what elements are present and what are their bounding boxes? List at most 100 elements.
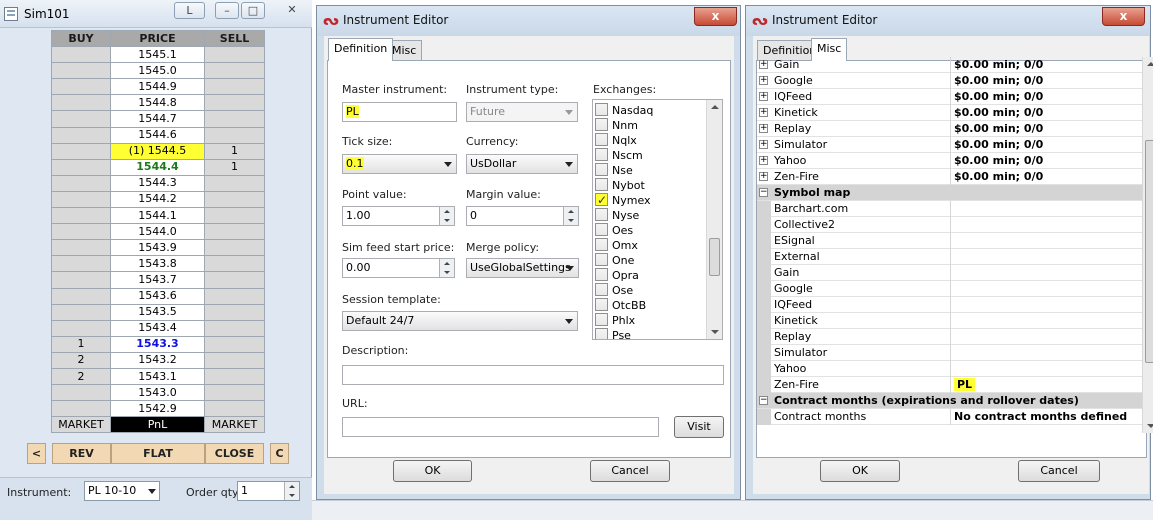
property-value[interactable] xyxy=(950,217,1142,233)
property-row[interactable]: + Simulator $0.00 min; 0/0 xyxy=(757,137,1142,153)
collapse-icon[interactable]: − xyxy=(759,188,768,197)
price-cell[interactable]: 1543.0 xyxy=(110,384,205,402)
exchange-checkbox[interactable] xyxy=(595,253,608,266)
property-value[interactable]: PL xyxy=(950,377,1142,393)
buy-cell[interactable] xyxy=(51,303,111,321)
buy-cell[interactable] xyxy=(51,400,111,418)
url-input[interactable] xyxy=(342,417,659,437)
expand-icon[interactable]: + xyxy=(759,92,768,101)
description-input[interactable] xyxy=(342,365,724,385)
buy-cell[interactable] xyxy=(51,174,111,192)
sell-cell[interactable] xyxy=(204,190,265,209)
property-value[interactable] xyxy=(950,249,1142,265)
property-value[interactable]: $0.00 min; 0/0 xyxy=(950,137,1142,153)
exchange-checkbox[interactable] xyxy=(595,191,608,209)
left-arrow-button[interactable]: < xyxy=(27,443,46,464)
price-cell[interactable]: 1545.0 xyxy=(110,62,205,80)
sell-cell[interactable] xyxy=(204,351,265,369)
property-value[interactable] xyxy=(950,297,1142,313)
property-row[interactable]: Gain xyxy=(757,265,1142,281)
sell-cell[interactable] xyxy=(204,62,265,80)
buy-cell[interactable] xyxy=(51,239,111,257)
price-cell[interactable]: 1544.1 xyxy=(110,207,205,225)
price-cell[interactable]: 1543.9 xyxy=(110,239,205,257)
sim-feed-input[interactable]: 0.00 xyxy=(342,258,455,278)
expand-icon[interactable]: + xyxy=(759,140,768,149)
price-cell[interactable]: 1543.4 xyxy=(110,319,205,337)
property-row[interactable]: + Kinetick $0.00 min; 0/0 xyxy=(757,105,1142,121)
price-cell[interactable]: 1544.9 xyxy=(110,78,205,96)
minimize-button[interactable]: – xyxy=(215,2,239,19)
exchange-checkbox[interactable] xyxy=(595,328,608,339)
property-value[interactable]: $0.00 min; 0/0 xyxy=(950,121,1142,137)
property-row[interactable]: + Zen-Fire $0.00 min; 0/0 xyxy=(757,169,1142,185)
buy-cell[interactable] xyxy=(51,62,111,80)
property-value[interactable]: $0.00 min; 0/0 xyxy=(950,57,1142,73)
sell-cell[interactable] xyxy=(204,287,265,305)
cancel-button[interactable]: Cancel xyxy=(1018,460,1100,482)
exchange-item[interactable]: Phlx xyxy=(593,312,705,327)
price-cell[interactable]: 1543.2 xyxy=(110,351,205,369)
price-cell[interactable]: 1544.7 xyxy=(110,110,205,128)
ok-button[interactable]: OK xyxy=(393,460,472,482)
sell-cell[interactable] xyxy=(204,110,265,128)
c-button[interactable]: C xyxy=(270,443,289,464)
property-value[interactable] xyxy=(950,281,1142,297)
property-row[interactable]: + Google $0.00 min; 0/0 xyxy=(757,73,1142,89)
exchange-item[interactable]: One xyxy=(593,252,705,267)
buy-cell[interactable] xyxy=(51,158,111,176)
property-row[interactable]: Contract months No contract months define… xyxy=(757,409,1142,425)
point-value-input[interactable]: 1.00 xyxy=(342,206,455,226)
property-row[interactable]: Collective2 xyxy=(757,217,1142,233)
buy-market-button[interactable]: MARKET xyxy=(51,416,111,434)
exchange-checkbox[interactable] xyxy=(595,283,608,296)
sell-cell[interactable]: 1 xyxy=(204,142,265,160)
sell-cell[interactable] xyxy=(204,271,265,289)
property-row[interactable]: Google xyxy=(757,281,1142,297)
exchange-checkbox[interactable] xyxy=(595,298,608,311)
ok-button[interactable]: OK xyxy=(820,460,900,482)
sell-cell[interactable] xyxy=(204,174,265,192)
sell-cell[interactable] xyxy=(204,384,265,402)
property-value[interactable]: $0.00 min; 0/0 xyxy=(950,169,1142,185)
exchange-checkbox[interactable] xyxy=(595,163,608,176)
tab-misc[interactable]: Misc xyxy=(811,38,848,61)
buy-cell[interactable] xyxy=(51,126,111,144)
exchange-item[interactable]: OtcBB xyxy=(593,297,705,312)
price-cell[interactable]: 1544.6 xyxy=(110,126,205,144)
sell-cell[interactable] xyxy=(204,255,265,273)
visit-button[interactable]: Visit xyxy=(674,416,724,438)
exchange-item[interactable]: Nymex xyxy=(593,191,705,209)
buy-cell[interactable] xyxy=(51,110,111,128)
exchange-item[interactable]: Ose xyxy=(593,282,705,297)
property-value[interactable]: $0.00 min; 0/0 xyxy=(950,73,1142,89)
master-instrument-input[interactable]: PL xyxy=(342,102,457,122)
exchanges-list[interactable]: NasdaqNnmNqlxNscmNseNybotNymexNyseOesOmx… xyxy=(592,99,723,340)
sell-cell[interactable] xyxy=(204,335,265,353)
sell-cell[interactable] xyxy=(204,400,265,418)
property-value[interactable] xyxy=(950,265,1142,281)
spinner-icon[interactable] xyxy=(284,482,299,500)
exchange-item[interactable]: Nybot xyxy=(593,177,705,192)
merge-policy-select[interactable]: UseGlobalSettings xyxy=(466,258,579,278)
expand-icon[interactable]: + xyxy=(759,156,768,165)
buy-cell[interactable] xyxy=(51,287,111,305)
exchange-checkbox[interactable] xyxy=(595,178,608,191)
exchange-checkbox[interactable] xyxy=(595,268,608,281)
price-cell[interactable]: 1543.1 xyxy=(110,367,205,386)
buy-cell[interactable]: 1 xyxy=(51,335,111,353)
property-row[interactable]: Yahoo xyxy=(757,361,1142,377)
expand-icon[interactable]: + xyxy=(759,60,768,69)
exchange-item[interactable]: Nscm xyxy=(593,147,705,162)
price-cell[interactable]: 1544.3 xyxy=(110,174,205,192)
close-icon[interactable]: x xyxy=(694,7,737,26)
scroll-up-icon[interactable] xyxy=(1147,62,1153,66)
property-row[interactable]: ESignal xyxy=(757,233,1142,249)
buy-cell[interactable] xyxy=(51,190,111,209)
sell-market-button[interactable]: MARKET xyxy=(204,416,265,434)
sell-cell[interactable] xyxy=(204,303,265,321)
property-value[interactable] xyxy=(950,361,1142,377)
spinner-icon[interactable] xyxy=(439,259,454,277)
exchange-checkbox[interactable] xyxy=(595,313,608,326)
buy-cell[interactable]: 2 xyxy=(51,351,111,369)
